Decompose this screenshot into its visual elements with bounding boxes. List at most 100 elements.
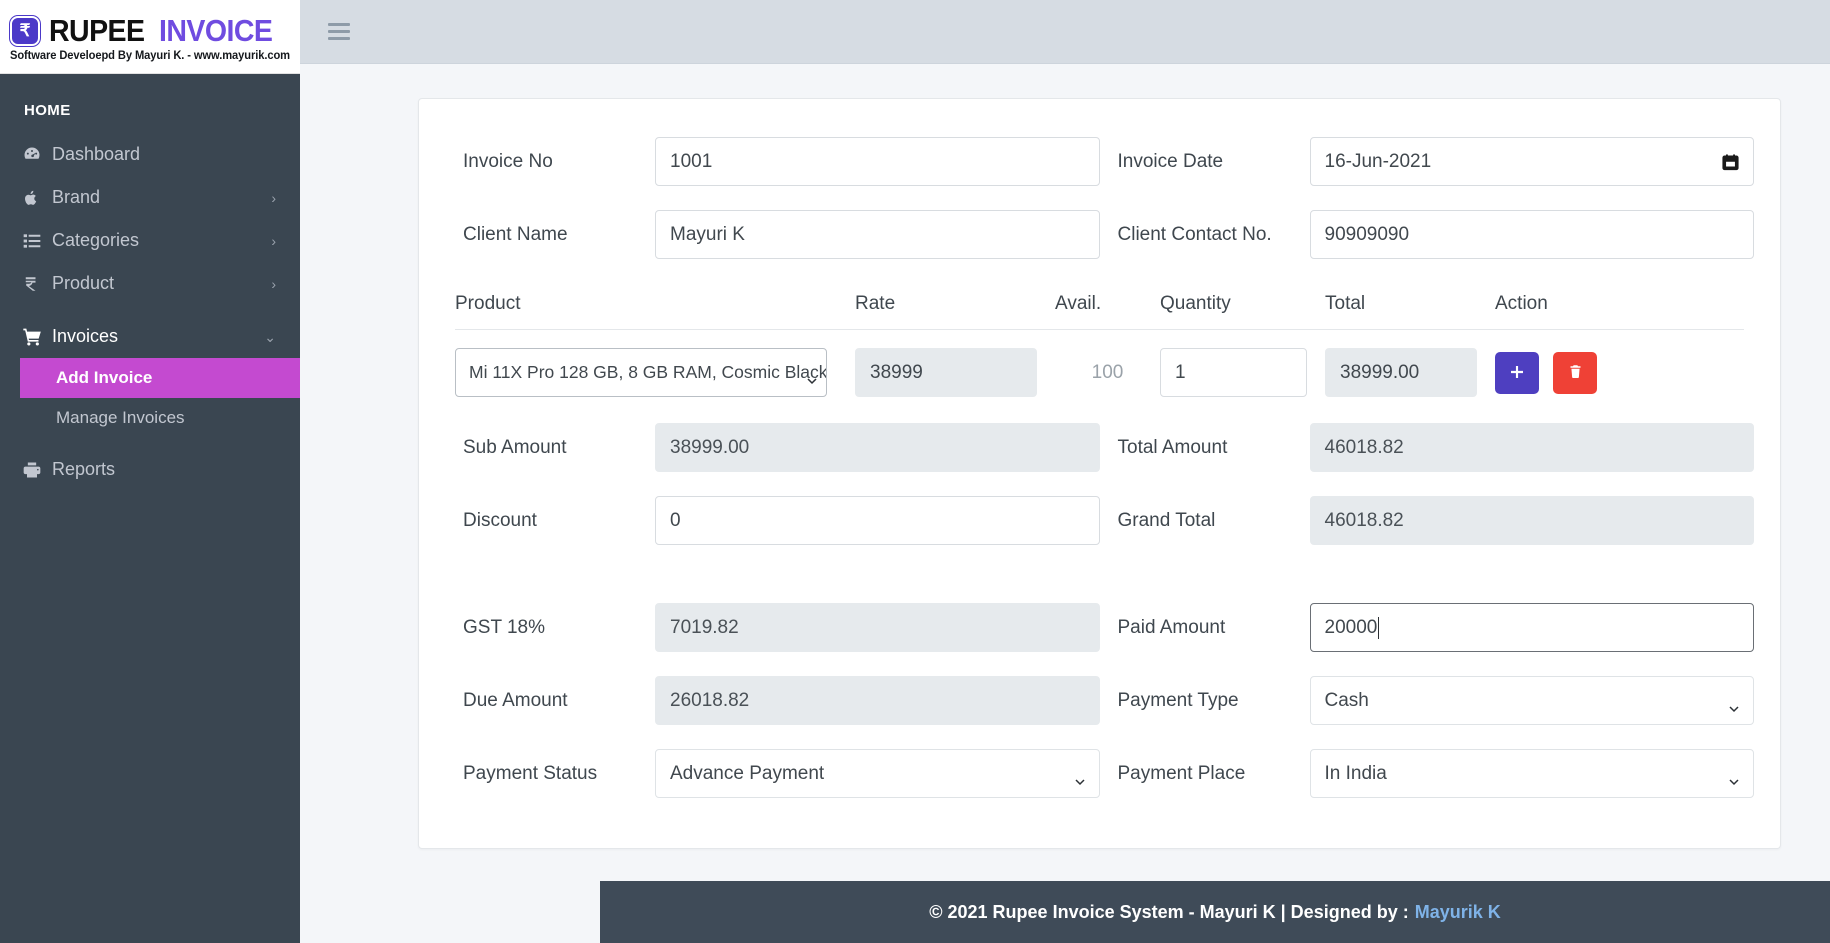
chevron-right-icon: › xyxy=(271,189,276,206)
form-row-gst: GST 18% 7019.82 Paid Amount 20000 xyxy=(445,603,1754,652)
gst-label: GST 18% xyxy=(463,616,546,638)
brand-word-rupee: RUPEE xyxy=(49,12,145,48)
chevron-down-icon xyxy=(1729,697,1739,712)
add-row-button[interactable] xyxy=(1495,351,1539,394)
field-group-due-amount: Due Amount 26018.82 xyxy=(445,676,1100,725)
client-name-wrap: Mayuri K xyxy=(655,210,1100,259)
payment-place-select[interactable]: In India xyxy=(1309,749,1754,798)
sidebar-subitem-label: Manage Invoices xyxy=(56,408,185,427)
sub-amount-input[interactable]: 38999.00 xyxy=(655,423,1100,472)
cart-icon xyxy=(22,327,52,347)
application-root: ₹ RUPEE INVOICE Software Develoepd By Ma… xyxy=(0,0,1830,943)
sidebar-item-label: Brand xyxy=(52,187,101,207)
client-contact-wrap: 90909090 xyxy=(1309,210,1754,259)
quantity-input[interactable]: 1 xyxy=(1160,348,1307,397)
payment-type-select[interactable]: Cash xyxy=(1309,676,1754,725)
table-row: Mi 11X Pro 128 GB, 8 GB RAM, Cosmic Blac… xyxy=(455,330,1744,397)
sidebar-item-label: Categories xyxy=(52,230,140,250)
grand-total-input[interactable]: 46018.82 xyxy=(1309,496,1754,545)
product-cell: Mi 11X Pro 128 GB, 8 GB RAM, Cosmic Blac… xyxy=(455,348,855,397)
invoice-no-input[interactable]: 1001 xyxy=(655,137,1100,186)
sidebar-item-label: Dashboard xyxy=(52,144,141,164)
total-amount-input[interactable]: 46018.82 xyxy=(1309,423,1754,472)
due-amount-input[interactable]: 26018.82 xyxy=(655,676,1100,725)
field-group-payment-type: Payment Type Cash xyxy=(1100,676,1754,725)
gst-input[interactable]: 7019.82 xyxy=(655,603,1100,652)
column-header-rate: Rate xyxy=(855,293,896,314)
field-group-sub-amount: Sub Amount 38999.00 xyxy=(445,423,1100,472)
product-select[interactable]: Mi 11X Pro 128 GB, 8 GB RAM, Cosmic Blac… xyxy=(455,348,827,397)
footer-text: © 2021 Rupee Invoice System - Mayuri K |… xyxy=(929,901,1409,922)
invoice-no-label: Invoice No xyxy=(463,150,553,172)
hamburger-icon[interactable] xyxy=(328,19,350,44)
hamburger-bar xyxy=(328,30,350,33)
client-contact-input[interactable]: 90909090 xyxy=(1309,210,1754,259)
invoice-date-label: Invoice Date xyxy=(1117,150,1224,172)
sidebar-item-add-invoice[interactable]: Add Invoice xyxy=(20,358,300,398)
rate-input[interactable]: 38999 xyxy=(855,348,1037,397)
form-row-invoice: Invoice No 1001 Invoice Date 16-Jun-2021 xyxy=(445,137,1754,186)
hamburger-bar xyxy=(328,37,350,40)
sidebar-item-label: Reports xyxy=(52,459,116,479)
column-header-action: Action xyxy=(1495,293,1548,314)
invoice-form-card: Invoice No 1001 Invoice Date 16-Jun-2021 xyxy=(418,98,1781,849)
sidebar-item-label: Product xyxy=(52,273,115,293)
payment-status-select[interactable]: Advance Payment xyxy=(655,749,1100,798)
dashboard-icon xyxy=(22,145,52,165)
field-group-paid-amount: Paid Amount 20000 xyxy=(1100,603,1754,652)
sidebar-item-manage-invoices[interactable]: Manage Invoices xyxy=(0,398,300,438)
payment-place-value: In India xyxy=(1324,762,1387,784)
column-header-avail: Avail. xyxy=(1055,293,1102,314)
sidebar-item-brand[interactable]: Brand › xyxy=(0,176,300,219)
sidebar-item-dashboard[interactable]: Dashboard xyxy=(0,133,300,176)
sidebar-item-reports[interactable]: Reports xyxy=(0,448,300,491)
delete-row-button[interactable] xyxy=(1553,351,1597,394)
column-header-product: Product xyxy=(455,293,521,314)
apple-icon xyxy=(22,188,52,208)
chevron-right-icon: › xyxy=(271,275,276,292)
gst-wrap: 7019.82 xyxy=(655,603,1100,652)
chevron-down-icon xyxy=(1074,770,1085,785)
paid-amount-input[interactable]: 20000 xyxy=(1309,603,1754,652)
calendar-icon[interactable] xyxy=(1721,152,1740,171)
invoice-date-input[interactable]: 16-Jun-2021 xyxy=(1309,137,1754,186)
column-header-quantity: Quantity xyxy=(1160,293,1231,314)
rupee-badge-icon: ₹ xyxy=(10,15,40,46)
chevron-down-icon: ⌄ xyxy=(264,328,276,345)
field-group-invoice-no: Invoice No 1001 xyxy=(445,137,1100,186)
field-group-gst: GST 18% 7019.82 xyxy=(445,603,1100,652)
due-amount-wrap: 26018.82 xyxy=(655,676,1100,725)
main-area: Invoice No 1001 Invoice Date 16-Jun-2021 xyxy=(300,0,1830,943)
sidebar-nav: Dashboard Brand › Categories › Product ›… xyxy=(0,133,300,491)
brand-word-invoice: INVOICE xyxy=(158,12,273,48)
grand-total-wrap: 46018.82 xyxy=(1309,496,1754,545)
footer-designer-link[interactable]: Mayurik K xyxy=(1415,902,1501,923)
form-row-due: Due Amount 26018.82 Payment Type Cash xyxy=(445,676,1754,725)
page-footer: © 2021 Rupee Invoice System - Mayuri K |… xyxy=(600,881,1830,943)
field-group-client-name: Client Name Mayuri K xyxy=(445,210,1100,259)
chevron-down-icon xyxy=(807,369,817,384)
printer-icon xyxy=(22,460,52,480)
discount-input[interactable]: 0 xyxy=(655,496,1100,545)
row-total-input[interactable]: 38999.00 xyxy=(1325,348,1477,397)
field-group-grand-total: Grand Total 46018.82 xyxy=(1100,496,1754,545)
payment-type-label: Payment Type xyxy=(1117,689,1239,711)
discount-label: Discount xyxy=(463,509,537,531)
form-row-discount: Discount 0 Grand Total 46018.82 xyxy=(445,496,1754,545)
sidebar-item-product[interactable]: Product › xyxy=(0,262,300,305)
payment-type-wrap: Cash xyxy=(1309,676,1754,725)
client-name-input[interactable]: Mayuri K xyxy=(655,210,1100,259)
payment-place-wrap: In India xyxy=(1309,749,1754,798)
sidebar-item-categories[interactable]: Categories › xyxy=(0,219,300,262)
sidebar-item-invoices[interactable]: Invoices ⌄ xyxy=(0,315,300,358)
sidebar-subnav-invoices: Add Invoice Manage Invoices xyxy=(0,358,300,438)
field-group-invoice-date: Invoice Date 16-Jun-2021 xyxy=(1100,137,1754,186)
brand-title-row: ₹ RUPEE INVOICE xyxy=(10,13,294,49)
product-table-header: Product Rate Avail. Quantity Total Actio… xyxy=(455,283,1744,330)
field-group-payment-place: Payment Place In India xyxy=(1100,749,1754,798)
sidebar-item-label: Invoices xyxy=(52,326,119,346)
total-amount-label: Total Amount xyxy=(1117,436,1228,458)
sidebar-section-title: HOME xyxy=(24,102,71,119)
brand-logo[interactable]: ₹ RUPEE INVOICE Software Develoepd By Ma… xyxy=(0,0,300,74)
plus-icon xyxy=(1509,361,1525,385)
